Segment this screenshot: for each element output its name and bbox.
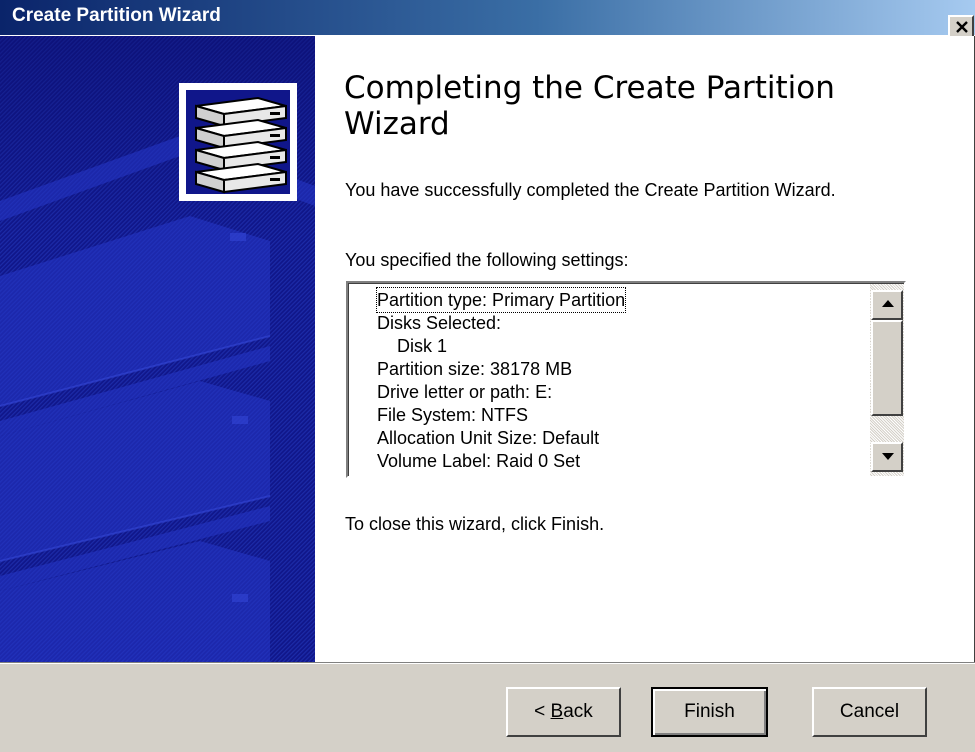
wizard-content: Completing the Create Partition Wizard Y… [315,36,974,662]
back-button-mnemonic: B [550,701,564,722]
finish-button[interactable]: Finish [651,687,768,737]
settings-item[interactable]: Allocation Unit Size: Default [377,426,599,450]
finish-hint: To close this wizard, click Finish. [345,514,605,534]
scroll-up-arrow-icon [882,300,894,307]
settings-item[interactable]: Partition type: Primary Partition [375,287,627,313]
settings-item[interactable]: File System: NTFS [377,403,528,427]
cancel-button[interactable]: Cancel [812,687,927,737]
success-message: You have successfully completed the Crea… [345,180,836,200]
title-bar[interactable]: Create Partition Wizard [0,0,975,38]
wizard-window: Create Partition Wizard Completing the C… [0,0,975,752]
settings-item[interactable]: Disks Selected: [377,311,501,335]
cancel-button-label: Cancel [839,701,900,722]
page-title: Completing the Create Partition Wizard [344,70,835,142]
finish-button-label: Finish [684,701,735,722]
settings-list: Partition type: Primary Partition Disks … [349,284,869,476]
disk-stack-icon [179,83,297,201]
settings-label: You specified the following settings: [345,250,629,270]
settings-item[interactable]: Drive letter or path: E: [377,380,552,404]
scroll-down-arrow-icon [882,453,894,460]
back-button-prefix: < [534,701,551,722]
scroll-up-button[interactable] [871,290,903,320]
back-button[interactable]: < Back [506,687,621,737]
scroll-down-button[interactable] [871,442,903,472]
button-bar: < Back Finish Cancel [0,662,975,752]
wizard-side-banner [0,36,315,662]
scroll-thumb[interactable] [871,320,903,416]
close-icon [956,21,968,33]
settings-item[interactable]: Volume Label: Raid 0 Set [377,449,580,473]
settings-scrollbar[interactable] [870,284,904,476]
back-button-label: ack [563,701,593,722]
settings-listbox[interactable]: Partition type: Primary Partition Disks … [346,281,906,478]
close-button[interactable] [948,15,974,38]
banner-graphic [0,36,315,662]
settings-item[interactable]: Partition size: 38178 MB [377,357,572,381]
settings-item[interactable]: Disk 1 [397,334,447,358]
window-title: Create Partition Wizard [12,5,221,26]
